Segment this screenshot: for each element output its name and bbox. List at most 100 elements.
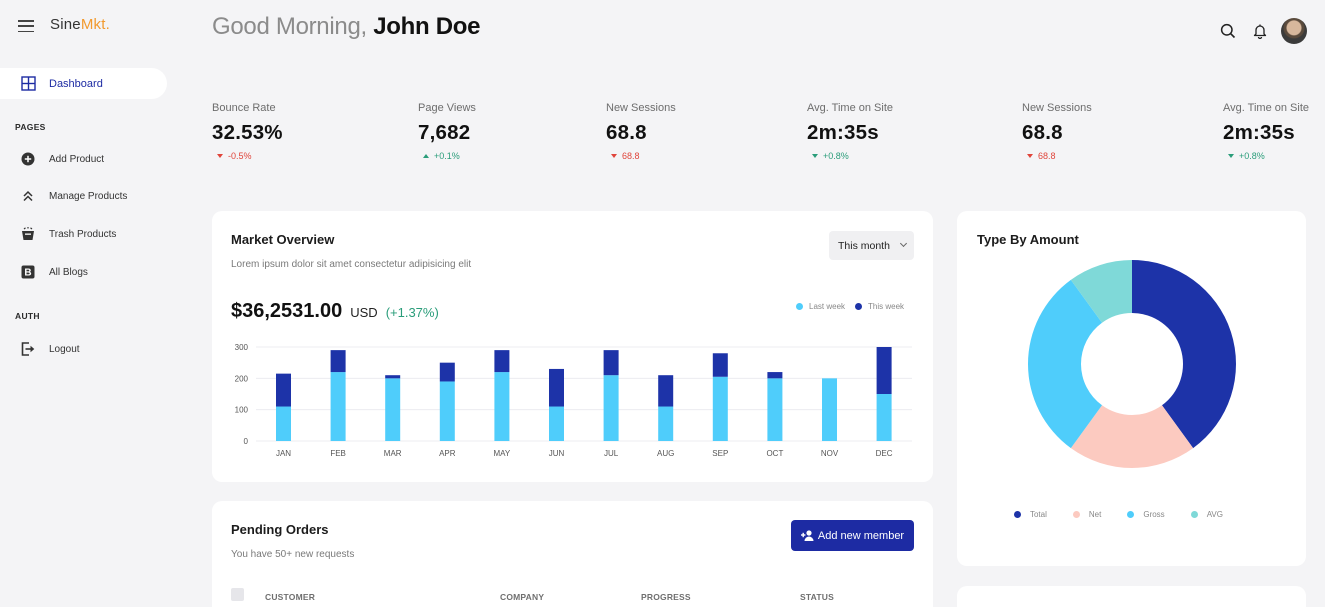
arrow-up-icon <box>423 154 429 158</box>
hamburger-menu-icon[interactable] <box>18 19 34 33</box>
bar-nov-last-week <box>822 378 837 441</box>
legend-dot <box>1013 511 1021 518</box>
x-tick-label: JUN <box>549 449 565 458</box>
bar-dec-this-week <box>876 347 892 394</box>
legend-dot <box>796 303 803 310</box>
amount-change: (+1.37%) <box>385 305 439 320</box>
greeting-text: Good Morning, <box>212 13 367 40</box>
brand: SineMkt. <box>18 16 110 33</box>
bar-oct-last-week <box>767 378 783 441</box>
bar-mar-last-week <box>385 378 401 441</box>
sidebar-item-trash-products[interactable]: Trash Products <box>0 226 116 242</box>
period-dropdown[interactable]: This month <box>829 231 914 260</box>
search-icon[interactable] <box>1219 22 1237 40</box>
svg-text:B: B <box>24 268 31 279</box>
bar-aug-this-week <box>658 375 674 407</box>
legend-label: Total <box>1029 510 1047 519</box>
column-header-status[interactable]: STATUS <box>800 592 834 602</box>
x-tick-label: JUL <box>604 449 619 458</box>
double-chevron-up-icon <box>20 188 36 204</box>
bar-sep-this-week <box>712 353 728 377</box>
bar-may-this-week <box>494 350 510 373</box>
legend-label: AVG <box>1206 510 1223 519</box>
avatar[interactable] <box>1281 18 1307 44</box>
bar-jun-last-week <box>549 406 564 441</box>
stat-change-value: +0.8% <box>1239 151 1265 161</box>
x-tick-label: DEC <box>876 449 893 458</box>
legend-dot <box>1190 511 1198 518</box>
stat-value: 68.8 <box>1022 121 1063 144</box>
bar-feb-this-week <box>330 350 346 373</box>
legend-dot <box>855 303 863 310</box>
x-tick-label: AUG <box>657 449 674 458</box>
card-subtitle: You have 50+ new requests <box>231 549 355 560</box>
stat-label: New Sessions <box>606 102 676 114</box>
sidebar-item-dashboard[interactable]: Dashboard <box>0 68 167 99</box>
card-title: Pending Orders <box>231 522 329 537</box>
user-name: John Doe <box>373 13 481 40</box>
arrow-down-icon <box>1027 154 1033 158</box>
amount-currency: USD <box>350 305 378 320</box>
sidebar-item-all-blogs[interactable]: B All Blogs <box>0 264 88 280</box>
stat-value: 68.8 <box>606 121 647 144</box>
stat-page-views: Page Views 7,682 +0.1% <box>418 102 476 161</box>
column-header-company[interactable]: COMPANY <box>500 592 544 602</box>
stat-change: +0.1% <box>418 151 476 161</box>
y-tick-label: 0 <box>244 437 249 446</box>
bar-dec-last-week <box>876 394 892 441</box>
stat-value: 32.53% <box>212 121 283 144</box>
header-actions <box>1205 18 1307 44</box>
trash-basket-icon <box>20 226 36 242</box>
add-new-member-button[interactable]: Add new member <box>791 520 914 551</box>
bar-may-last-week <box>494 372 510 441</box>
select-all-checkbox[interactable] <box>231 588 244 601</box>
stat-new-sessions: New Sessions 68.8 68.8 <box>606 102 676 161</box>
legend-label: This week <box>868 302 905 311</box>
stat-avg-time-2: Avg. Time on Site 2m:35s +0.8% <box>1223 102 1309 161</box>
sidebar-item-logout[interactable]: Logout <box>0 341 80 357</box>
sidebar-item-label: Trash Products <box>49 228 117 240</box>
legend-item: This week <box>855 302 904 311</box>
stat-label: New Sessions <box>1022 102 1092 114</box>
legend-label: Net <box>1088 510 1102 519</box>
bar-apr-this-week <box>439 362 455 382</box>
stat-change: 68.8 <box>606 151 676 161</box>
dropdown-value: This month <box>838 239 890 252</box>
chevron-down-icon <box>899 239 908 248</box>
stat-value: 7,682 <box>418 121 471 144</box>
logo[interactable]: SineMkt. <box>50 16 110 33</box>
stat-bounce-rate: Bounce Rate 32.53% -0.5% <box>212 102 283 161</box>
dashboard-grid-icon <box>20 76 36 92</box>
stat-change-value: 68.8 <box>622 151 640 161</box>
stat-change: 68.8 <box>1022 151 1092 161</box>
sidebar-item-label: All Blogs <box>49 266 88 278</box>
card-title: Type By Amount <box>977 232 1079 247</box>
stat-change: +0.8% <box>1223 151 1309 161</box>
blogger-icon: B <box>20 264 36 280</box>
bar-jun-this-week <box>549 368 564 407</box>
card-subtitle: Lorem ipsum dolor sit amet consectetur a… <box>231 259 472 270</box>
stat-label: Avg. Time on Site <box>1223 102 1310 114</box>
sidebar-item-add-product[interactable]: Add Product <box>0 151 104 167</box>
plus-circle-icon <box>20 151 36 167</box>
legend-label: Last week <box>809 302 846 311</box>
sidebar-item-label: Logout <box>49 343 80 355</box>
column-header-customer[interactable]: CUSTOMER <box>265 592 315 602</box>
arrow-down-icon <box>1228 154 1234 158</box>
legend-dot <box>1072 511 1080 518</box>
stat-change-value: -0.5% <box>228 151 252 161</box>
x-tick-label: APR <box>439 449 456 458</box>
sidebar-item-label: Manage Products <box>49 190 128 202</box>
pending-orders-card: Pending Orders You have 50+ new requests… <box>212 501 933 607</box>
bottom-right-card <box>957 586 1306 607</box>
chart-legend: Last week This week <box>796 302 914 311</box>
section-label-auth: AUTH <box>15 311 40 321</box>
sidebar-item-label: Dashboard <box>49 77 103 90</box>
bell-icon[interactable] <box>1251 22 1269 40</box>
legend-item: Total <box>1013 510 1047 519</box>
logout-icon <box>20 341 36 357</box>
sidebar-item-manage-products[interactable]: Manage Products <box>0 188 127 204</box>
stat-value: 2m:35s <box>807 121 879 144</box>
column-header-progress[interactable]: PROGRESS <box>641 592 691 602</box>
x-tick-label: JAN <box>276 449 291 458</box>
